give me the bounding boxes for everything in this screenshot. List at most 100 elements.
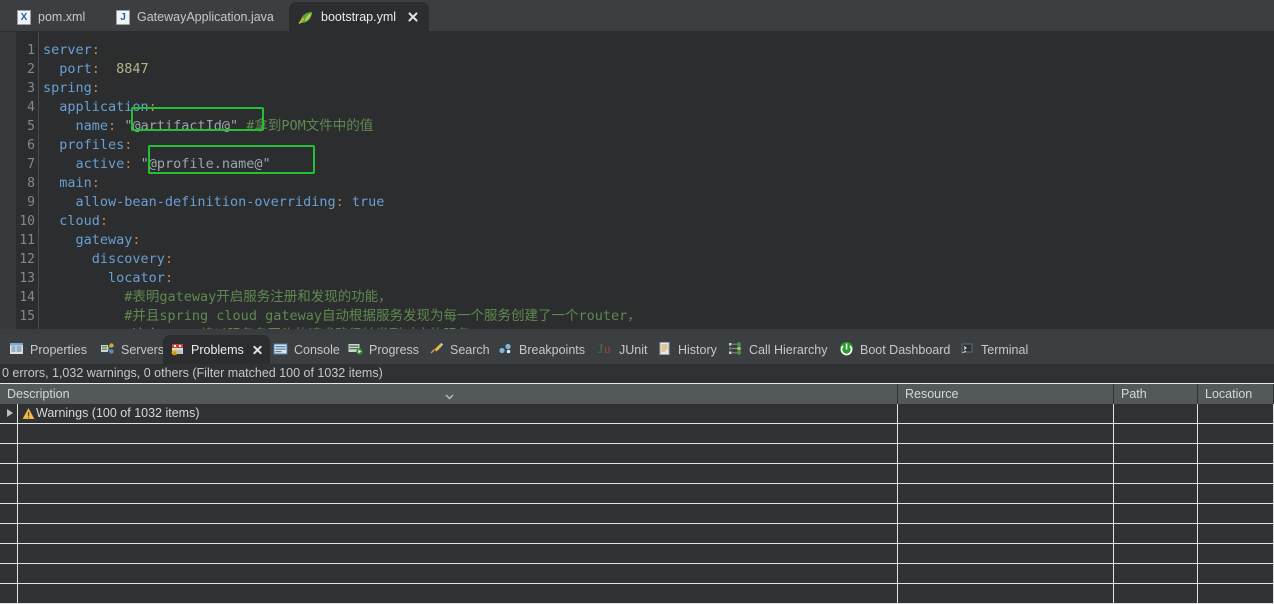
code-token: : — [148, 99, 157, 115]
view-tab-label: Problems — [191, 342, 244, 357]
code-token: port — [59, 61, 92, 77]
view-tab-problems[interactable]: Problems — [163, 335, 270, 364]
view-tab-boot-dashboard[interactable]: Boot Dashboard — [832, 335, 957, 364]
location-cell — [1198, 584, 1274, 603]
view-tab-label: Servers — [121, 342, 165, 357]
code-line: allow-bean-definition-overriding: true — [43, 193, 385, 212]
console-icon — [273, 341, 288, 359]
table-row[interactable] — [0, 504, 1274, 524]
code-token: : — [164, 270, 174, 286]
path-cell — [1114, 564, 1198, 583]
path-cell — [1114, 544, 1198, 563]
code-line: #并且spring cloud gateway自动根据服务发现为每一个服务创建了… — [43, 307, 641, 326]
close-icon[interactable] — [252, 344, 263, 355]
view-tab-label: Breakpoints — [519, 342, 586, 357]
chevron-down-icon[interactable] — [445, 389, 454, 400]
code-token: name — [75, 118, 109, 134]
breakpoints-icon — [498, 341, 513, 359]
editor-tab-gatewayapplication-java[interactable]: GatewayApplication.java — [107, 3, 284, 32]
editor-tab-label: bootstrap.yml — [321, 9, 397, 24]
problems-status-text: 0 errors, 1,032 warnings, 0 others (Filt… — [0, 364, 1274, 383]
code-token: "@profile.name@" — [140, 156, 271, 172]
svg-text:u: u — [604, 341, 611, 356]
column-header-resource[interactable]: Resource — [898, 384, 1114, 404]
path-cell — [1114, 464, 1198, 483]
properties-icon — [9, 341, 24, 359]
code-line: port: 8847 — [43, 60, 148, 79]
resource-cell — [898, 544, 1114, 563]
line-number: 12 — [19, 252, 35, 267]
problems-icon — [170, 341, 185, 359]
description-cell — [18, 524, 898, 543]
xml-file-icon — [17, 10, 31, 25]
row-label: Warnings (100 of 1032 items) — [36, 406, 200, 420]
code-line: cloud: — [43, 212, 108, 231]
view-tab-search[interactable]: Search — [422, 335, 497, 364]
description-cell — [18, 584, 898, 603]
view-tab-terminal[interactable]: Terminal — [953, 335, 1035, 364]
expand-arrow-icon[interactable] — [7, 409, 13, 417]
view-tab-label: Call Hierarchy — [749, 342, 828, 357]
view-tab-breakpoints[interactable]: Breakpoints — [491, 335, 592, 364]
code-token: active — [75, 156, 125, 172]
table-row[interactable] — [0, 444, 1274, 464]
location-cell — [1198, 464, 1274, 483]
table-row[interactable] — [0, 424, 1274, 444]
row-indicator-cell — [0, 444, 18, 463]
table-row[interactable] — [0, 464, 1274, 484]
resource-cell — [898, 424, 1114, 443]
view-tab-console[interactable]: Console — [266, 335, 347, 364]
problems-view: 0 errors, 1,032 warnings, 0 others (Filt… — [0, 364, 1274, 604]
close-icon[interactable] — [406, 11, 419, 24]
code-token: : — [124, 137, 133, 153]
table-row[interactable] — [0, 484, 1274, 504]
table-row[interactable]: Warnings (100 of 1032 items) — [0, 404, 1274, 424]
line-number: 13 — [19, 271, 35, 286]
path-cell — [1114, 444, 1198, 463]
view-tab-servers[interactable]: Servers — [93, 335, 171, 364]
location-cell — [1198, 564, 1274, 583]
line-number: 10 — [19, 214, 35, 229]
problems-table-header: Description Resource Path Location — [0, 384, 1274, 404]
row-indicator-cell — [0, 424, 18, 443]
code-line: profiles: — [43, 136, 132, 155]
table-row[interactable] — [0, 564, 1274, 584]
editor-code-area[interactable]: server: port: 8847 spring: application: n… — [40, 32, 1274, 334]
description-cell — [18, 564, 898, 583]
view-tab-progress[interactable]: Progress — [341, 335, 426, 364]
code-token: main — [59, 175, 92, 191]
view-tab-history[interactable]: History — [650, 335, 724, 364]
line-number: 6 — [27, 138, 35, 153]
problems-table-body[interactable]: Warnings (100 of 1032 items) — [0, 404, 1274, 604]
code-token: #表明gateway开启服务注册和发现的功能， — [124, 289, 392, 305]
path-cell — [1114, 584, 1198, 603]
table-row[interactable] — [0, 544, 1274, 564]
line-number: 15 — [19, 309, 35, 324]
code-token: : — [99, 213, 109, 229]
code-token: spring — [43, 80, 92, 96]
resource-cell — [898, 504, 1114, 523]
code-editor[interactable]: 12345678910111213141516 server: port: 88… — [0, 32, 1274, 334]
table-row[interactable] — [0, 584, 1274, 604]
row-indicator-cell — [0, 584, 18, 603]
view-tab-call-hierarchy[interactable]: Call Hierarchy — [721, 335, 835, 364]
code-token: : — [91, 61, 100, 77]
view-tab-junit[interactable]: Ju JUnit — [591, 335, 654, 364]
column-header-path[interactable]: Path — [1114, 384, 1198, 404]
code-token: #并且spring cloud gateway自动根据服务发现为每一个服务创建了… — [124, 308, 641, 324]
line-number: 7 — [27, 157, 35, 172]
table-row[interactable] — [0, 524, 1274, 544]
code-token: true — [351, 194, 385, 210]
view-tab-properties[interactable]: Properties — [2, 335, 94, 364]
line-number: 8 — [27, 176, 35, 191]
row-indicator-cell — [0, 484, 18, 503]
view-tab-label: JUnit — [619, 342, 648, 357]
column-header-location[interactable]: Location — [1198, 384, 1274, 404]
editor-tab-pom-xml[interactable]: pom.xml — [8, 3, 95, 32]
editor-tab-bootstrap-yml[interactable]: bootstrap.yml — [289, 2, 430, 32]
